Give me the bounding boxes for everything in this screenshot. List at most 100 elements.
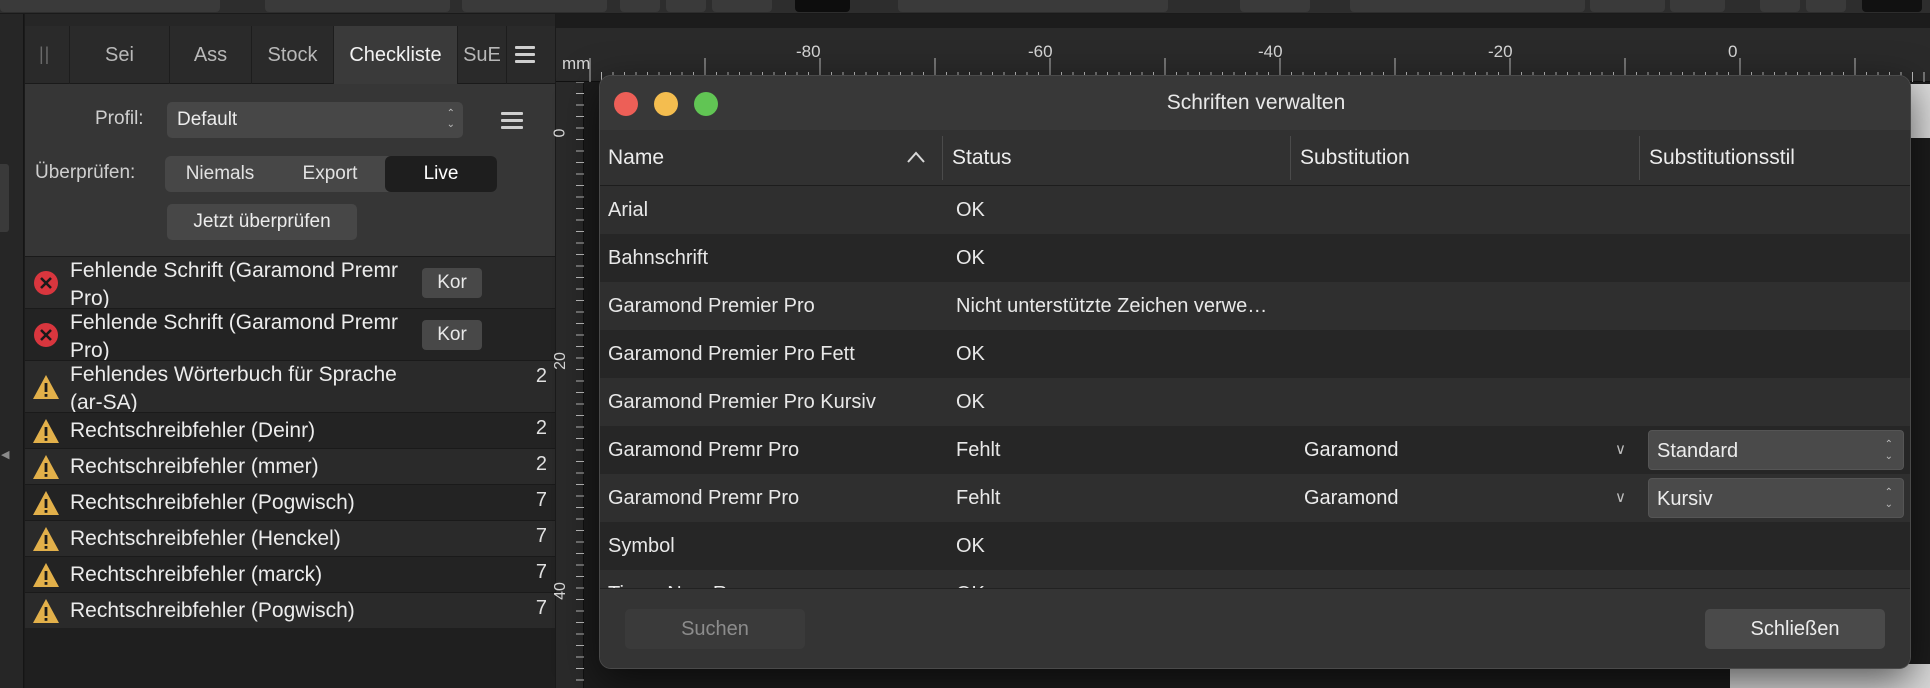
tools-strip: ◀	[0, 14, 24, 688]
column-divider[interactable]	[1639, 136, 1640, 180]
minimize-window-icon[interactable]	[654, 92, 678, 116]
ruler-label: -20	[1488, 42, 1513, 61]
issue-row[interactable]: Rechtschreibfehler (mmer) 2	[25, 448, 555, 484]
font-name: Times New Roman	[608, 570, 938, 588]
column-substitution-style[interactable]: Substitutionsstil	[1641, 130, 1910, 186]
issue-row[interactable]: Rechtschreibfehler (Pogwisch) 7	[25, 484, 555, 520]
font-status: Fehlt	[956, 487, 1001, 509]
dialog-titlebar: Schriften verwalten	[600, 76, 1910, 130]
font-row[interactable]: Symbol OK	[600, 522, 1910, 570]
column-substitution[interactable]: Substitution	[1292, 130, 1632, 186]
close-window-icon[interactable]	[614, 92, 638, 116]
ruler-label: 0	[551, 128, 569, 138]
font-status: Nicht unterstützte Zeichen verwe…	[956, 295, 1268, 317]
tab-sue[interactable]: SuE	[457, 26, 507, 84]
mode-niemals[interactable]: Niemals	[165, 156, 275, 192]
warning-icon	[33, 491, 59, 515]
zoom-window-icon[interactable]	[694, 92, 718, 116]
check-now-button[interactable]: Jetzt überprüfen	[167, 204, 357, 240]
substitution-dropdown[interactable]: Garamond ∨	[1296, 430, 1636, 470]
updown-icon: ⌃ ⌄	[446, 108, 455, 130]
sort-ascending-icon[interactable]	[906, 150, 926, 164]
ruler-label: -60	[1028, 42, 1053, 61]
font-row[interactable]: Garamond Premr Pro Fehlt Garamond ∨ Standard…	[600, 426, 1910, 474]
column-divider[interactable]	[942, 136, 943, 180]
issue-text: Fehlende Schrift (Garamond Premr Pro)	[70, 311, 398, 362]
issue-row[interactable]: Fehlende Schrift (Garamond Premr Pro) Kor	[25, 256, 555, 310]
vertical-ruler: 0 20 40	[551, 82, 584, 688]
fix-button[interactable]: Kor	[422, 320, 482, 350]
tool-button[interactable]	[0, 164, 9, 232]
font-status: OK	[956, 570, 1286, 588]
font-name: Garamond Premier Pro Kursiv	[608, 391, 876, 413]
font-name: Garamond Premr Pro	[608, 439, 800, 461]
issue-text: Fehlende Schrift (Garamond Premr Pro)	[70, 259, 398, 310]
profile-menu-icon[interactable]	[501, 112, 523, 132]
tab-stock[interactable]: Stock	[251, 26, 333, 84]
font-row[interactable]: Arial OK	[600, 186, 1910, 234]
issue-row[interactable]: Rechtschreibfehler (Pogwisch) 7	[25, 592, 555, 628]
toolbar-control[interactable]	[1862, 0, 1922, 12]
issue-row[interactable]: Rechtschreibfehler (Deinr) 2	[25, 412, 555, 448]
substitution-value: Garamond	[1304, 487, 1399, 509]
ruler-ticks	[589, 58, 1925, 82]
panel-grip-icon[interactable]: ||	[39, 44, 50, 65]
font-row[interactable]: Bahnschrift OK	[600, 234, 1910, 282]
issue-row[interactable]: Fehlende Schrift (Garamond Premr Pro) Kor	[25, 308, 555, 362]
dialog-footer: Suchen Schließen	[600, 588, 1910, 668]
profile-select[interactable]: Default ⌃ ⌄	[167, 102, 463, 138]
tab-checkliste[interactable]: Checkliste	[333, 26, 457, 84]
column-divider[interactable]	[1290, 136, 1291, 180]
tab-sei[interactable]: Sei	[69, 26, 169, 84]
warning-icon	[33, 375, 59, 399]
close-button[interactable]: Schließen	[1705, 609, 1885, 649]
studio-tabs: || Sei Ass Stock Checkliste SuE	[25, 26, 555, 84]
issue-row[interactable]: Fehlendes Wörterbuch für Sprache (ar-SA)…	[25, 360, 555, 414]
font-name: Garamond Premier Pro	[608, 295, 815, 317]
issue-count: 7	[535, 489, 547, 511]
font-row[interactable]: Garamond Premier Pro Kursiv OK	[600, 378, 1910, 426]
toolbar-control[interactable]	[1350, 0, 1585, 12]
toolbar-control[interactable]	[1670, 0, 1725, 12]
mode-export[interactable]: Export	[275, 156, 385, 192]
ruler-label: 40	[551, 582, 569, 600]
font-status: OK	[956, 391, 985, 413]
toolbar-control[interactable]	[1240, 0, 1310, 12]
toolbar-control[interactable]	[0, 0, 220, 12]
warning-icon	[33, 527, 59, 551]
font-row[interactable]: Garamond Premier Pro Nicht unterstützte Z…	[600, 282, 1910, 330]
issue-count: 7	[535, 597, 547, 619]
substitution-style-select[interactable]: Standard ⌃ ⌄	[1648, 430, 1904, 470]
font-status: OK	[956, 535, 985, 557]
issue-row[interactable]: Rechtschreibfehler (marck) 7	[25, 556, 555, 592]
toolbar-control[interactable]	[1806, 0, 1846, 12]
toolbar-control[interactable]	[1590, 0, 1665, 12]
font-row[interactable]: Garamond Premr Pro Fehlt Garamond ∨ Kursiv ⌃ ⌄	[600, 474, 1910, 522]
column-status[interactable]: Status	[944, 130, 1284, 186]
column-name[interactable]: Name	[600, 130, 940, 186]
toolbar-control[interactable]	[620, 0, 660, 12]
collapse-arrow-icon[interactable]: ◀	[1, 448, 9, 461]
search-button[interactable]: Suchen	[625, 609, 805, 649]
toolbar-control[interactable]	[666, 0, 706, 12]
toolbar-control[interactable]	[898, 0, 1168, 12]
substitution-value: Garamond	[1304, 439, 1399, 461]
toolbar-control[interactable]	[462, 0, 607, 12]
tab-ass[interactable]: Ass	[169, 26, 251, 84]
issue-row[interactable]: Rechtschreibfehler (Henckel) 7	[25, 520, 555, 556]
substitution-dropdown[interactable]: Garamond ∨	[1296, 478, 1636, 518]
toolbar-control[interactable]	[1760, 0, 1800, 12]
mode-live[interactable]: Live	[385, 156, 497, 192]
color-swatch[interactable]	[795, 0, 850, 12]
font-row[interactable]: Garamond Premier Pro Fett OK	[600, 330, 1910, 378]
warning-icon	[33, 455, 59, 479]
toolbar-control[interactable]	[712, 0, 772, 12]
toolbar-control[interactable]	[265, 0, 450, 12]
fix-button[interactable]: Kor	[422, 268, 482, 298]
substitution-style-select[interactable]: Kursiv ⌃ ⌄	[1648, 478, 1904, 518]
issue-text: Rechtschreibfehler (marck)	[70, 563, 323, 586]
manage-fonts-dialog: Schriften verwalten Name Status Substitu…	[599, 75, 1911, 669]
font-row[interactable]: Times New Roman OK	[600, 570, 1910, 588]
panel-menu-icon[interactable]	[515, 46, 535, 64]
font-table-body: Arial OK Bahnschrift OK Garamond Premier Pro…	[600, 186, 1910, 588]
